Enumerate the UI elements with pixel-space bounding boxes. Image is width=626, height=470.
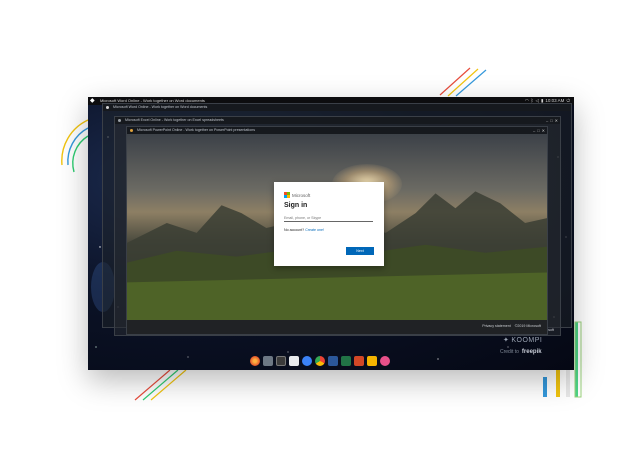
minimize-icon[interactable]: –: [533, 127, 535, 134]
microsoft-logo-icon: [284, 192, 291, 199]
firefox-icon[interactable]: [250, 356, 260, 366]
koompi-logo-icon: ✦: [503, 337, 510, 344]
minimize-icon[interactable]: –: [546, 117, 548, 124]
signin-title: Sign in: [284, 202, 308, 209]
browser-icon: [130, 129, 133, 132]
close-icon[interactable]: ✕: [555, 117, 558, 124]
excel-icon[interactable]: [341, 356, 351, 366]
terminal-icon[interactable]: [276, 356, 286, 366]
no-account-text: No account? Create one!: [284, 228, 324, 232]
store-icon[interactable]: [289, 356, 299, 366]
window-statusbar: Privacy statement ©2019 Microsoft: [127, 320, 547, 334]
window-controls: – □ ✕: [546, 117, 558, 124]
brand-label: Microsoft: [292, 192, 311, 198]
next-button[interactable]: Next: [346, 247, 374, 255]
window-titlebar[interactable]: Microsoft Word Online - Work together on…: [103, 104, 571, 111]
maximize-icon[interactable]: □: [550, 117, 552, 124]
create-account-link[interactable]: Create one!: [305, 228, 324, 232]
page: ◆ Microsoft Word Online - Work together …: [0, 0, 626, 470]
window-controls: – □ ✕: [533, 127, 545, 134]
credit-label: Credit to: [500, 349, 519, 355]
maximize-icon[interactable]: □: [537, 127, 539, 134]
window-title: Microsoft Excel Online - Work together o…: [125, 118, 224, 122]
email-input[interactable]: [284, 214, 373, 222]
credit-watermark: Credit to freepik: [500, 349, 542, 355]
koompi-label: KOOMPI: [511, 336, 543, 344]
copyright-text: ©2019 Microsoft: [514, 324, 541, 328]
koompi-menu-icon[interactable]: ◆: [90, 98, 96, 104]
screenshot-icon[interactable]: [380, 356, 390, 366]
chrome-icon[interactable]: [315, 356, 325, 366]
koompi-watermark: ✦ KOOMPI: [503, 336, 543, 345]
privacy-link[interactable]: Privacy statement: [482, 324, 511, 328]
window-title: Microsoft Word Online - Work together on…: [113, 105, 208, 109]
microsoft-logo: Microsoft: [284, 192, 311, 199]
footer-links: Privacy statement ©2019 Microsoft: [482, 324, 541, 328]
word-icon[interactable]: [328, 356, 338, 366]
app-dock: [250, 355, 390, 367]
close-icon[interactable]: ✕: [542, 127, 545, 134]
window-titlebar[interactable]: Microsoft PowerPoint Online - Work toget…: [127, 127, 547, 134]
signin-dialog: Microsoft Sign in No account? Create one…: [274, 182, 384, 266]
no-account-label: No account?: [284, 228, 305, 232]
window-titlebar[interactable]: Microsoft Excel Online - Work together o…: [115, 117, 560, 124]
window-title: Microsoft PowerPoint Online - Work toget…: [137, 128, 255, 132]
files-icon[interactable]: [263, 356, 273, 366]
browser-icon: [118, 119, 121, 122]
slides-icon[interactable]: [367, 356, 377, 366]
settings-icon[interactable]: [302, 356, 312, 366]
browser-icon: [106, 106, 109, 109]
freepik-label: freepik: [521, 349, 542, 355]
powerpoint-icon[interactable]: [354, 356, 364, 366]
